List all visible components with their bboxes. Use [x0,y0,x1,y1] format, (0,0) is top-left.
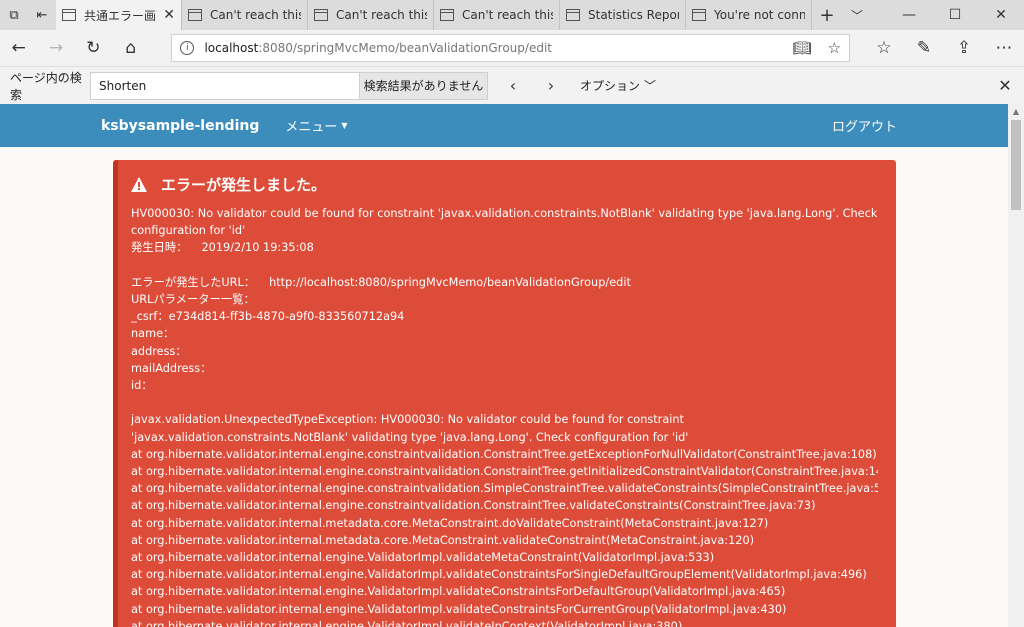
error-datetime: 発生日時： 2019/2/10 19:35:08 [131,239,878,256]
exception-text: javax.validation.UnexpectedTypeException… [131,413,689,444]
plus-icon[interactable]: + [812,0,842,30]
caret-down-icon: ▼ [341,121,348,130]
error-title-text: エラーが発生しました。 [161,176,327,194]
stack-trace-line: at org.hibernate.validator.internal.engi… [131,447,877,461]
stack-trace-line: at org.hibernate.validator.internal.engi… [131,602,787,616]
chevron-left-icon[interactable]: ‹ [494,76,532,95]
error-url: エラーが発生したURL： http://localhost:8080/spring… [131,274,878,291]
url-param-item: id： [131,379,153,393]
stack-trace-line: at org.hibernate.validator.internal.engi… [131,568,867,582]
stack-trace-line: at org.hibernate.validator.internal.engi… [131,551,715,565]
page-icon [566,9,580,21]
stack-trace-line: at org.hibernate.validator.internal.engi… [131,585,786,599]
find-options-label: オプション [580,79,641,93]
forward-icon[interactable]: → [37,30,74,66]
browser-tab[interactable]: Can't reach this pa [308,0,434,30]
refresh-icon[interactable]: ↻ [75,30,112,66]
page-icon [188,9,202,21]
tab-title: Can't reach this pa [210,8,301,22]
set-aside-icon[interactable]: ⇤ [28,0,56,30]
error-callout: エラーが発生しました。 HV000030: No validator could… [113,160,896,627]
brand-link[interactable]: ksbysample-lending [101,118,259,134]
share-icon[interactable]: ⇪ [944,30,984,66]
tab-title: 共通エラー画面 [84,8,157,23]
chevron-right-icon[interactable]: › [532,76,570,95]
page-icon [440,9,454,21]
tab-manager-icon[interactable]: ⧉ [0,0,28,30]
vertical-scrollbar[interactable]: ▲ [1008,104,1024,627]
datetime-value: 2019/2/10 19:35:08 [201,241,314,255]
url-value: http://localhost:8080/springMvcMemo/bean… [269,275,631,289]
find-result-status: 検索結果がありません [360,71,488,100]
scroll-up-icon[interactable]: ▲ [1008,104,1024,118]
url-host: localhost [204,41,259,55]
menu-dropdown[interactable]: メニュー ▼ [285,116,347,135]
datetime-label: 発生日時： [131,241,188,255]
logout-link[interactable]: ログアウト [832,116,897,135]
page-viewport: ksbysample-lending メニュー ▼ ログアウト エラーが発生しま… [0,104,1008,627]
url-param-item: mailAddress： [131,361,212,375]
chevron-down-icon[interactable]: ﹀ [842,0,872,30]
url-label: エラーが発生したURL： [131,275,256,289]
stack-trace-line: at org.hibernate.validator.internal.engi… [131,465,878,479]
maximize-icon[interactable]: ☐ [932,0,978,30]
find-input[interactable] [90,71,360,100]
navigation-bar: ← → ↻ ⌂ i localhost:8080/springMvcMemo/b… [0,30,1024,66]
tab-strip: ⧉ ⇤ 共通エラー画面 ✕ Can't reach this pa Can't rea… [0,0,1024,30]
stack-trace-line: at org.hibernate.validator.internal.meta… [131,533,755,547]
browser-tab[interactable]: 共通エラー画面 ✕ [56,0,182,30]
url-param-item: name： [131,327,175,341]
address-bar[interactable]: i localhost:8080/springMvcMemo/beanValid… [171,34,851,62]
close-icon[interactable]: ✕ [978,0,1024,30]
tab-title: Can't reach this pa [462,8,553,22]
page-icon [62,9,76,21]
browser-tab[interactable]: Statistics Report fo [560,0,686,30]
browser-tab[interactable]: You're not connec [686,0,812,30]
error-message: HV000030: No validator could be found fo… [131,207,878,238]
tab-title: Can't reach this pa [336,8,427,22]
tab-title: Statistics Report fo [588,8,679,22]
url-param-item: address： [131,344,187,358]
page-icon [314,9,328,21]
scrollbar-thumb[interactable] [1011,120,1021,210]
stack-trace-line: at org.hibernate.validator.internal.engi… [131,619,683,627]
home-icon[interactable]: ⌂ [112,30,149,66]
error-body: HV000030: No validator could be found fo… [131,205,878,627]
app-header: ksbysample-lending メニュー ▼ ログアウト [0,104,1008,147]
page-icon [692,9,706,21]
more-icon[interactable]: ⋯ [984,30,1024,66]
tab-title: You're not connec [714,8,805,22]
find-label: ページ内の検索 [10,70,82,102]
url-param-item: _csrf：e734d814-ff3b-4870-a9f0-833560712a… [131,310,405,324]
back-icon[interactable]: ← [0,30,37,66]
stack-trace-line: at org.hibernate.validator.internal.engi… [131,499,816,513]
close-icon[interactable]: ✕ [986,76,1024,95]
error-title: エラーが発生しました。 [131,174,878,195]
pen-icon[interactable]: ✎ [904,30,944,66]
info-icon[interactable]: i [180,41,195,55]
minimize-icon[interactable]: — [886,0,932,30]
page-content: エラーが発生しました。 HV000030: No validator could… [0,147,1008,627]
favorites-icon[interactable]: ☆ [864,30,904,66]
favorite-star-icon[interactable]: ☆ [828,39,841,57]
url-path: :8080/springMvcMemo/beanValidationGroup/… [258,41,552,55]
chevron-down-icon: ﹀ [644,79,657,93]
menu-label: メニュー [285,120,338,135]
window-controls: — ☐ ✕ [886,0,1024,30]
find-options-button[interactable]: オプション ﹀ [580,77,656,94]
warning-icon [131,177,147,192]
stack-trace-line: at org.hibernate.validator.internal.engi… [131,482,878,496]
find-bar: ページ内の検索 検索結果がありません ‹ › オプション ﹀ ✕ [0,66,1024,104]
reading-view-icon[interactable]: 📖︎ [793,39,812,57]
browser-tab[interactable]: Can't reach this pa [434,0,560,30]
browser-tab[interactable]: Can't reach this pa [182,0,308,30]
stack-trace-line: at org.hibernate.validator.internal.meta… [131,516,769,530]
close-icon[interactable]: ✕ [163,7,175,23]
params-label: URLパラメーター一覧： [131,293,255,306]
